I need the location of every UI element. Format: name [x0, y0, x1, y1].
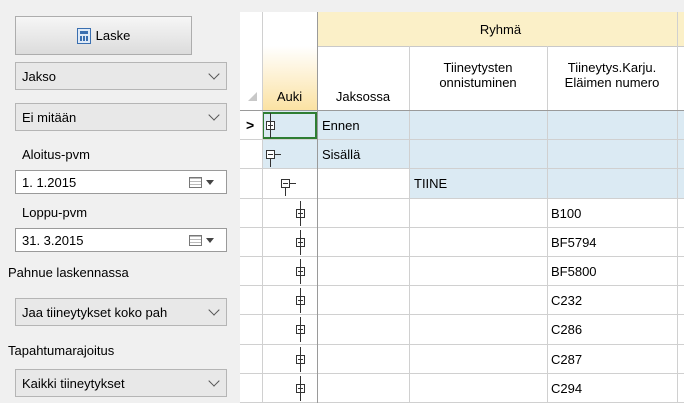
litter-select-value: Jaa tiineytykset koko pah [22, 304, 168, 320]
end-date-value: 31. 3.2015 [22, 232, 84, 248]
calculator-icon [76, 27, 91, 44]
group-header: Ryhmä [317, 12, 684, 47]
column-header-auki[interactable]: Auki [262, 46, 317, 110]
end-date-picker[interactable]: 31. 3.2015 [15, 228, 227, 252]
column-header-numero[interactable]: Tiineytys.Karju. Eläimen numero [547, 46, 677, 110]
cell-numero[interactable]: BF5800 [551, 264, 597, 279]
event-restriction-label: Tapahtumarajoitus [8, 343, 115, 358]
chevron-down-icon [208, 304, 220, 316]
cell-numero[interactable]: C286 [551, 322, 582, 337]
table-row[interactable]: TIINE [240, 169, 684, 199]
table-row[interactable]: BF5794 [240, 228, 684, 257]
calendar-icon [189, 177, 202, 188]
cell-numero[interactable]: BF5794 [551, 235, 597, 250]
cell-numero[interactable]: C287 [551, 352, 582, 367]
collapse-icon[interactable] [266, 150, 275, 160]
sort-corner-icon [248, 92, 257, 101]
chevron-down-icon [208, 375, 220, 387]
event-restriction-select-value: Kaikki tiineytykset [22, 375, 125, 391]
tree-line [300, 317, 301, 343]
table-row[interactable]: C286 [240, 315, 684, 345]
cell-onnistuminen[interactable]: TIINE [414, 176, 447, 191]
cell-jaksossa[interactable]: Ennen [322, 118, 360, 133]
divider [240, 110, 684, 111]
event-restriction-select[interactable]: Kaikki tiineytykset [15, 369, 227, 397]
table-row[interactable]: C287 [240, 345, 684, 374]
chevron-down-icon [208, 109, 220, 121]
cell-numero[interactable]: B100 [551, 206, 581, 221]
start-date-picker[interactable]: 1. 1.2015 [15, 170, 227, 194]
tree-line [270, 159, 271, 168]
table-row[interactable]: B100 [240, 199, 684, 228]
litter-label: Pahnue laskennassa [8, 265, 129, 280]
tree-line [300, 229, 301, 255]
column-header-onnistuminen-line2: onnistuminen [439, 75, 517, 90]
divider [262, 12, 263, 403]
column-header-jaksossa[interactable]: Jaksossa [317, 46, 409, 110]
table-row[interactable]: C294 [240, 374, 684, 403]
calculate-button[interactable]: Laske [15, 16, 192, 55]
divider [547, 46, 548, 403]
table-row[interactable]: > Ennen [240, 111, 684, 141]
table-row[interactable]: C232 [240, 286, 684, 316]
column-header-numero-line2: Eläimen numero [564, 75, 660, 90]
dropdown-arrow-icon [206, 180, 214, 185]
tree-line [300, 200, 301, 226]
calculate-button-label: Laske [95, 28, 131, 43]
column-header-numero-line1: Tiineytys.Karju. [567, 60, 657, 75]
table-row[interactable]: Sisällä [240, 140, 684, 170]
period-select[interactable]: Jakso [15, 62, 227, 90]
divider [677, 12, 678, 403]
cell-numero[interactable]: C294 [551, 381, 582, 396]
column-header-onnistuminen[interactable]: Tiineytysten onnistuminen [409, 46, 547, 110]
current-row-indicator: > [246, 117, 255, 133]
cell-jaksossa[interactable]: Sisällä [322, 147, 360, 162]
tree-line [275, 154, 281, 156]
pivot-grid[interactable]: Ryhmä Auki Jaksossa Tiineytysten onnistu… [240, 0, 684, 403]
end-date-label: Loppu-pvm [22, 205, 88, 220]
start-date-label: Aloitus-pvm [22, 147, 90, 162]
tree-line [285, 188, 286, 197]
divider [317, 12, 318, 403]
tree-line [290, 183, 296, 185]
filter-panel: Laske Jakso Ei mitään Aloitus-pvm 1. 1.2… [0, 0, 240, 403]
tree-line [300, 346, 301, 372]
column-header-onnistuminen-line1: Tiineytysten [443, 60, 513, 75]
collapse-icon[interactable] [281, 179, 290, 189]
divider [409, 46, 410, 403]
period-type-select-value: Ei mitään [22, 109, 77, 125]
dropdown-arrow-icon [206, 238, 214, 243]
toolbar-strip [240, 0, 684, 12]
tree-line [270, 113, 271, 138]
tree-line [300, 259, 301, 284]
start-date-value: 1. 1.2015 [22, 174, 77, 190]
calendar-icon [189, 235, 202, 246]
chevron-down-icon [208, 68, 220, 80]
table-row[interactable]: BF5800 [240, 257, 684, 287]
tree-line [300, 288, 301, 314]
period-type-select[interactable]: Ei mitään [15, 103, 227, 131]
period-select-value: Jakso [22, 68, 56, 84]
litter-select[interactable]: Jaa tiineytykset koko pah [15, 298, 227, 326]
cell-numero[interactable]: C232 [551, 293, 582, 308]
tree-line [300, 375, 301, 401]
